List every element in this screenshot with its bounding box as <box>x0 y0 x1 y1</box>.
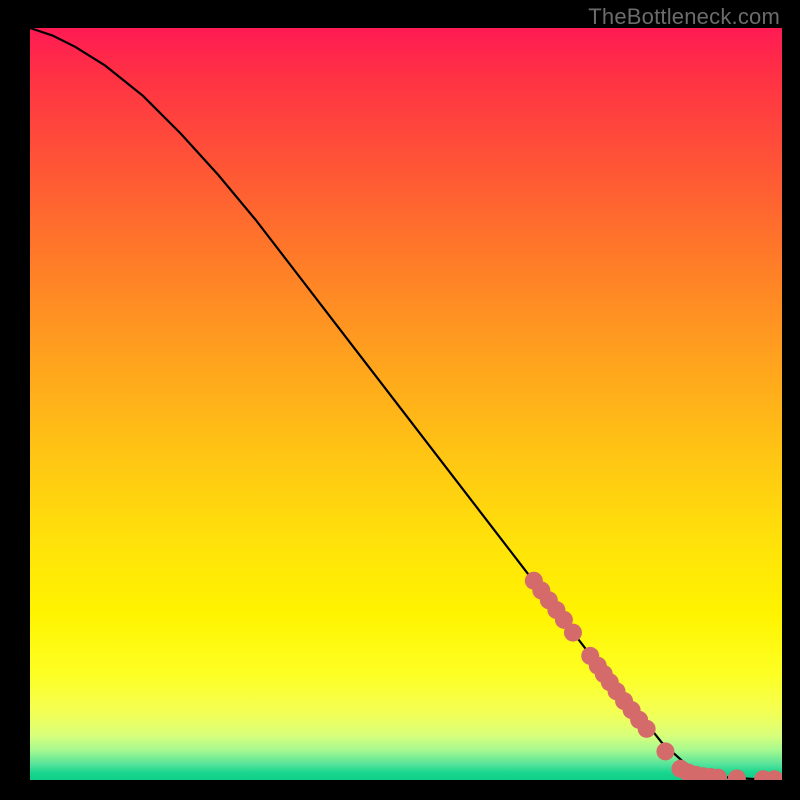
plot-area <box>30 28 782 780</box>
marker-dot <box>638 720 656 738</box>
bottleneck-curve <box>30 28 782 780</box>
marker-dot <box>728 770 746 781</box>
highlight-markers <box>525 572 782 780</box>
chart-frame: TheBottleneck.com <box>0 0 800 800</box>
watermark-label: TheBottleneck.com <box>588 4 780 30</box>
marker-dot <box>564 624 582 642</box>
marker-dot <box>656 742 674 760</box>
plot-svg <box>30 28 782 780</box>
